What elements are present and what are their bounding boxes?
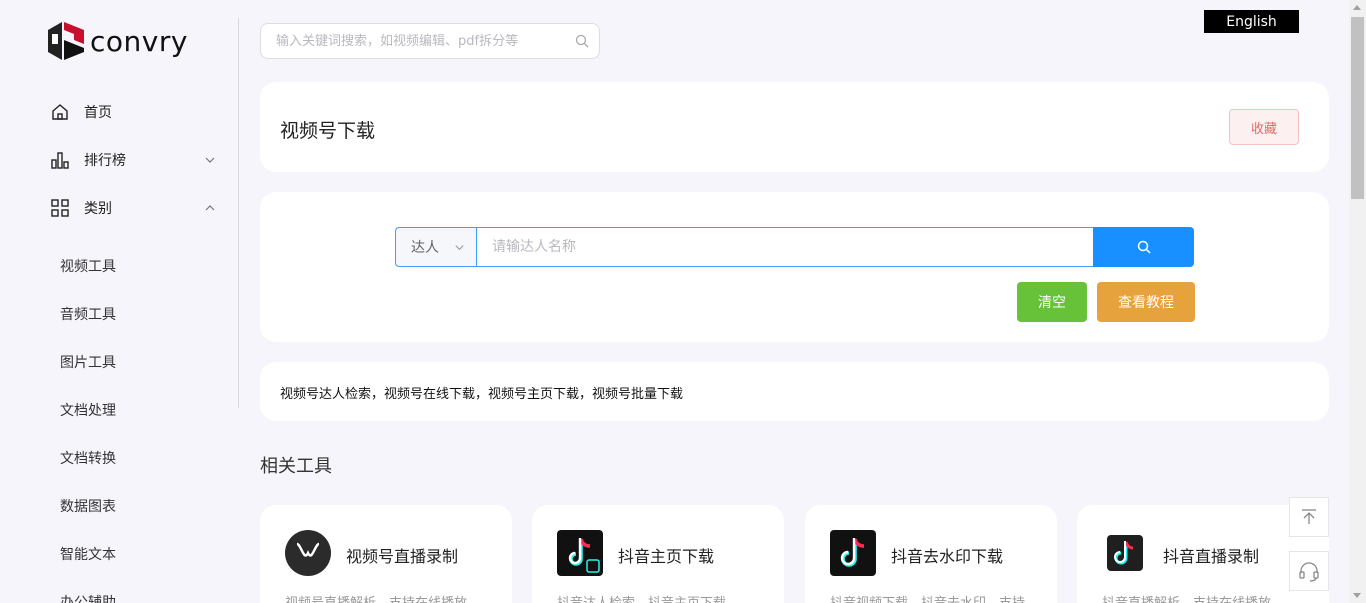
global-search	[260, 23, 600, 59]
chevron-up-icon	[205, 205, 215, 211]
nav-ranking[interactable]: 排行榜	[50, 145, 220, 175]
category-document-conversion[interactable]: 文档转换	[60, 448, 116, 468]
related-tool-name: 视频号直播录制	[346, 547, 459, 566]
related-tool-card[interactable]: 抖音主页下载 抖音达人检索，抖音主页下载	[532, 505, 784, 603]
category-audio-tools[interactable]: 音频工具	[60, 304, 116, 324]
category-video-tools[interactable]: 视频工具	[60, 256, 116, 276]
category-smart-text[interactable]: 智能文本	[60, 544, 116, 564]
category-office-assist[interactable]: 办公辅助	[60, 592, 116, 603]
favorite-button[interactable]: 收藏	[1229, 109, 1299, 145]
customer-service-button[interactable]	[1289, 551, 1329, 591]
wechat-channels-icon	[285, 530, 331, 576]
grid-icon	[50, 198, 70, 218]
nav-home[interactable]: 首页	[50, 97, 220, 127]
search-type-select[interactable]: 达人	[395, 227, 477, 267]
scroll-down-arrow-icon[interactable]	[1353, 593, 1361, 598]
convry-logo-icon	[48, 22, 84, 60]
language-button[interactable]: English	[1204, 10, 1299, 33]
bar-chart-icon	[50, 150, 70, 170]
category-document-processing[interactable]: 文档处理	[60, 400, 116, 420]
back-to-top-button[interactable]	[1289, 497, 1329, 537]
search-icon[interactable]	[575, 34, 589, 48]
related-tool-name: 抖音去水印下载	[891, 547, 1004, 566]
category-data-charts[interactable]: 数据图表	[60, 496, 116, 516]
nav-ranking-label: 排行榜	[84, 153, 126, 169]
sidebar: convry 首页 排行榜 类别 视频工具 音频工具 图片工具 文档处理 文档转…	[0, 0, 239, 603]
chevron-down-icon	[205, 157, 215, 163]
category-image-tools[interactable]: 图片工具	[60, 352, 116, 372]
tool-description: 视频号达人检索，视频号在线下载，视频号主页下载，视频号批量下载	[280, 387, 684, 402]
related-tool-name: 抖音主页下载	[618, 547, 715, 566]
related-tool-name: 抖音直播录制	[1163, 547, 1260, 566]
search-icon	[1137, 240, 1151, 254]
related-tool-desc: 视频号直播解析，支持在线播放	[285, 592, 467, 603]
creator-name-field	[476, 227, 1094, 267]
scroll-thumb[interactable]	[1351, 17, 1364, 199]
related-tool-desc: 抖音达人检索，抖音主页下载	[557, 592, 726, 603]
creator-name-input[interactable]	[477, 228, 1093, 266]
related-tool-card[interactable]: 抖音去水印下载 抖音视频下载，抖音去水印，支持	[805, 505, 1057, 603]
clear-button[interactable]: 清空	[1017, 282, 1087, 322]
tool-card: 达人 清空 查看教程	[260, 192, 1329, 342]
search-button[interactable]	[1093, 227, 1194, 267]
description-card: 视频号达人检索，视频号在线下载，视频号主页下载，视频号批量下载	[260, 362, 1329, 421]
douyin-home-icon	[557, 530, 603, 576]
home-icon	[50, 102, 70, 122]
nav-home-label: 首页	[84, 105, 112, 121]
related-tool-desc: 抖音视频下载，抖音去水印，支持	[830, 592, 1025, 603]
chevron-down-icon	[455, 245, 464, 251]
related-tool-card[interactable]: 视频号直播录制 视频号直播解析，支持在线播放	[260, 505, 512, 603]
search-input[interactable]	[261, 24, 551, 58]
nav-category-label: 类别	[84, 201, 112, 217]
tutorial-button[interactable]: 查看教程	[1097, 282, 1195, 322]
sidebar-divider	[238, 18, 239, 408]
page-title: 视频号下载	[280, 120, 376, 142]
logo-text: convry	[90, 24, 188, 58]
headset-icon	[1299, 562, 1319, 582]
related-tools-title: 相关工具	[260, 456, 332, 477]
search-type-value: 达人	[411, 240, 439, 256]
douyin-live-icon	[1107, 535, 1143, 571]
related-tool-desc: 抖音直播解析，支持在线播放	[1102, 592, 1271, 603]
nav-category[interactable]: 类别	[50, 193, 220, 223]
page-scrollbar[interactable]	[1349, 0, 1366, 603]
scroll-up-arrow-icon[interactable]	[1353, 5, 1361, 10]
arrow-up-to-top-icon	[1302, 509, 1316, 524]
title-card: 视频号下载 收藏	[260, 82, 1329, 172]
logo[interactable]: convry	[46, 20, 188, 62]
douyin-icon	[830, 530, 876, 576]
